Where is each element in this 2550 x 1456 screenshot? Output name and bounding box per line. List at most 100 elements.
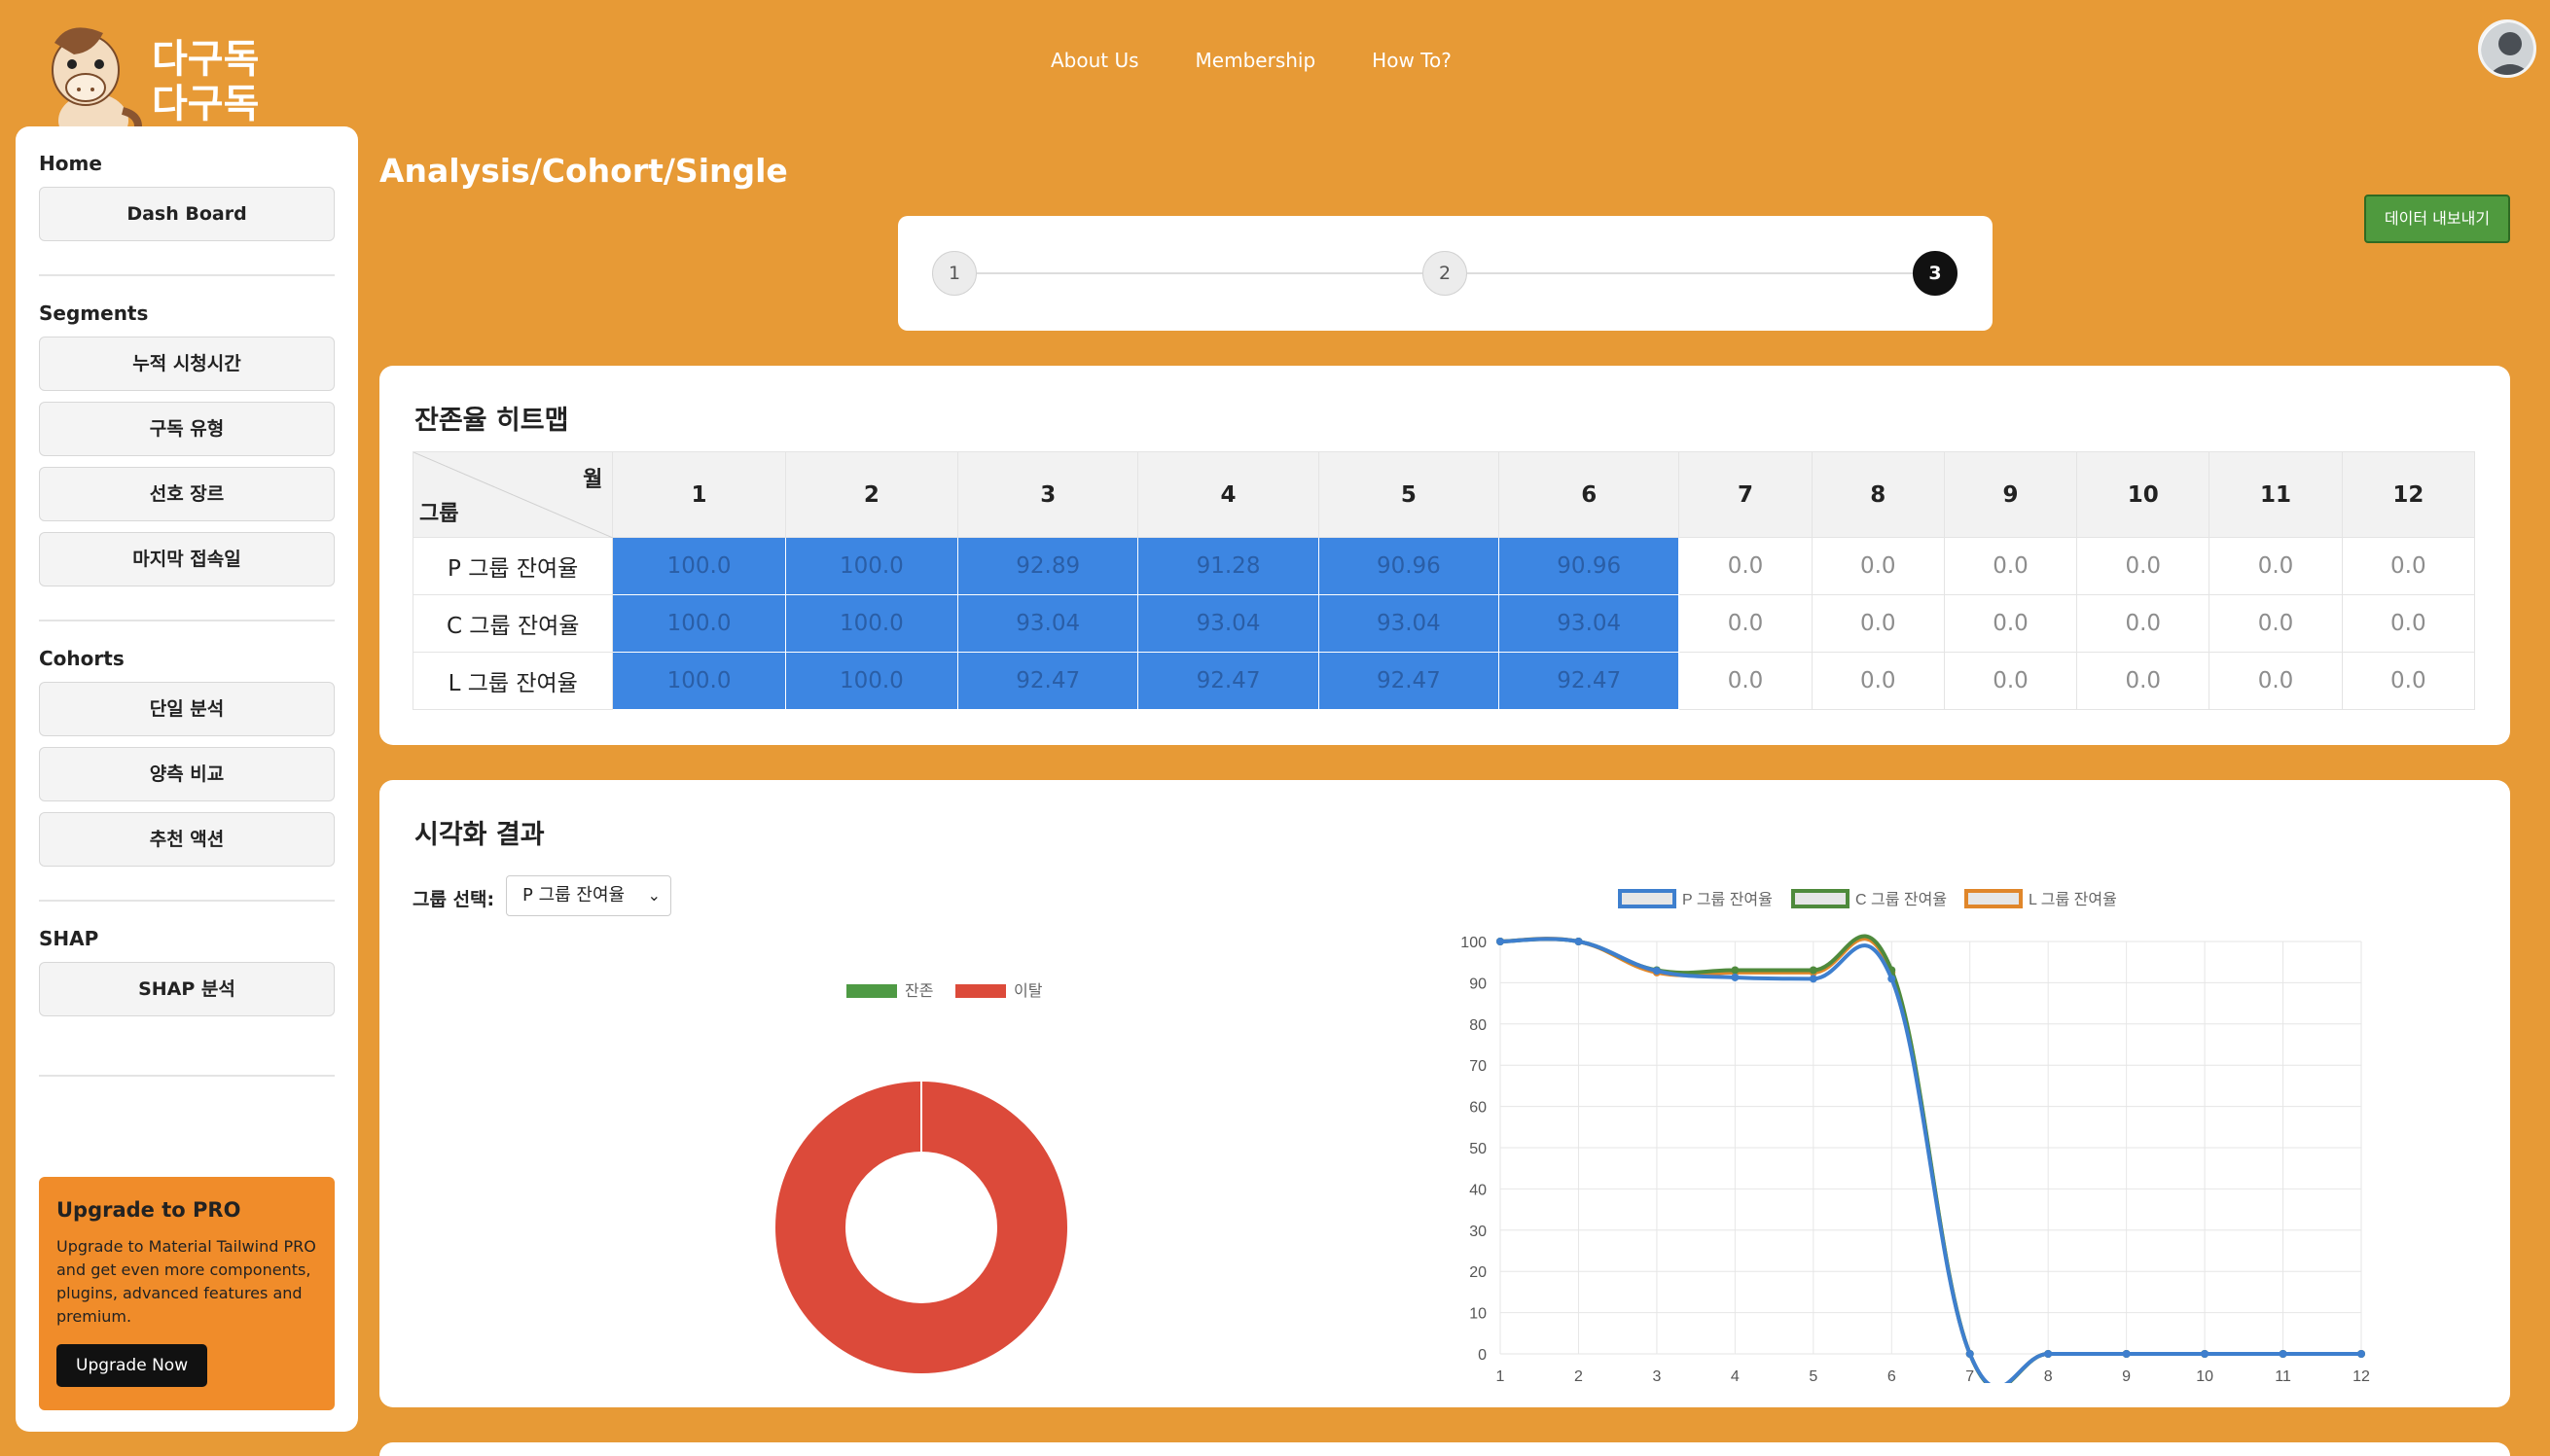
group-select-value: P 그룹 잔여율 (522, 885, 626, 906)
export-data-button[interactable]: 데이터 내보내기 (2364, 195, 2510, 243)
step-1[interactable]: 1 (932, 251, 977, 296)
upgrade-card: Upgrade to PRO Upgrade to Material Tailw… (39, 1177, 335, 1410)
stepper: 1 2 3 (898, 216, 1993, 331)
data-point[interactable] (1809, 966, 1817, 975)
sidebar-segments-title: Segments (39, 302, 149, 325)
page-title: Analysis/Cohort/Single (379, 152, 788, 190)
upgrade-text: Upgrade to Material Tailwind PRO and get… (56, 1237, 316, 1326)
sidebar-item-single-analysis[interactable]: 단일 분석 (39, 682, 335, 736)
heatmap-cell: 0.0 (2209, 594, 2343, 653)
sidebar-item-preferred-genre[interactable]: 선호 장르 (39, 467, 335, 521)
heatmap-month-header: 9 (1943, 451, 2078, 538)
heatmap-cell: 0.0 (2341, 594, 2476, 653)
x-tick-label: 7 (1965, 1368, 1974, 1383)
heatmap-cell: 93.04 (1498, 594, 1680, 653)
heatmap-row-label: P 그룹 잔여율 (412, 537, 614, 595)
y-tick-label: 20 (1469, 1264, 1487, 1281)
heatmap-cell: 0.0 (1943, 594, 2078, 653)
data-point[interactable] (1965, 1350, 1974, 1358)
y-tick-label: 40 (1469, 1182, 1487, 1198)
sidebar-item-last-access[interactable]: 마지막 접속일 (39, 532, 335, 586)
legend-label: P 그룹 잔여율 (1682, 891, 1773, 908)
chevron-down-icon: ⌄ (647, 886, 661, 905)
legend-label: 잔존 (905, 982, 933, 1000)
sidebar-item-watch-time[interactable]: 누적 시청시간 (39, 337, 335, 391)
data-point[interactable] (1652, 967, 1661, 976)
nav-about-us[interactable]: About Us (1051, 49, 1139, 72)
sidebar-item-subscription-type[interactable]: 구독 유형 (39, 402, 335, 456)
y-tick-label: 50 (1469, 1141, 1487, 1157)
step-2[interactable]: 2 (1422, 251, 1467, 296)
heatmap-cell: 100.0 (612, 537, 786, 595)
heatmap-cell: 91.28 (1137, 537, 1319, 595)
heatmap-row-label: L 그룹 잔여율 (412, 652, 614, 710)
sidebar-item-shap-analysis[interactable]: SHAP 분석 (39, 962, 335, 1016)
x-tick-label: 2 (1574, 1368, 1583, 1383)
legend-label: C 그룹 잔여율 (1855, 891, 1947, 908)
data-point[interactable] (2357, 1350, 2365, 1358)
sidebar-item-recommended-action[interactable]: 추천 액션 (39, 812, 335, 867)
y-tick-label: 90 (1469, 976, 1487, 992)
step-3[interactable]: 3 (1913, 251, 1957, 296)
data-point[interactable] (1731, 966, 1740, 975)
heatmap-cell: 0.0 (2076, 652, 2210, 710)
heatmap-row: P 그룹 잔여율 100.0 100.0 92.89 91.28 90.96 90.96 0.… (412, 537, 2476, 595)
upgrade-now-button[interactable]: Upgrade Now (56, 1344, 208, 1387)
data-point[interactable] (2044, 1350, 2053, 1358)
user-avatar[interactable] (2478, 19, 2536, 78)
x-tick-label: 10 (2196, 1368, 2213, 1383)
data-point[interactable] (2279, 1350, 2287, 1358)
legend-swatch[interactable] (955, 984, 1006, 998)
x-tick-label: 5 (1809, 1368, 1817, 1383)
sidebar-item-comparison[interactable]: 양측 비교 (39, 747, 335, 801)
heatmap-cell: 100.0 (784, 537, 959, 595)
heatmap-month-header: 10 (2076, 451, 2210, 538)
line-chart-svg: P 그룹 잔여율 C 그룹 잔여율 L 그룹 잔여율 0 10 20 30 40 50 60 70 8… (1460, 889, 2370, 1391)
sidebar-divider (39, 620, 335, 621)
heatmap-cell: 92.47 (1317, 652, 1500, 710)
heatmap-cell: 0.0 (1678, 594, 1813, 653)
sidebar-divider (39, 1075, 335, 1077)
heatmap-cell: 100.0 (612, 652, 786, 710)
x-tick-label: 1 (1496, 1368, 1505, 1383)
legend-swatch[interactable] (1964, 889, 2023, 908)
brand-line-2: 다구독 (152, 82, 260, 126)
heatmap-cell: 93.04 (1137, 594, 1319, 653)
legend-swatch[interactable] (846, 984, 897, 998)
data-point[interactable] (1731, 973, 1740, 981)
x-tick-label: 4 (1731, 1368, 1740, 1383)
data-point[interactable] (1574, 938, 1583, 945)
heatmap-month-header: 4 (1137, 451, 1319, 538)
y-tick-label: 10 (1469, 1306, 1487, 1323)
legend-swatch[interactable] (1791, 889, 1850, 908)
heatmap-cell: 0.0 (1811, 594, 1945, 653)
nav-membership[interactable]: Membership (1196, 49, 1316, 72)
nav-how-to[interactable]: How To? (1372, 49, 1452, 72)
heatmap-cell: 0.0 (1678, 652, 1813, 710)
data-point[interactable] (1496, 938, 1504, 945)
x-tick-label: 3 (1652, 1368, 1661, 1383)
sidebar-item-dashboard[interactable]: Dash Board (39, 187, 335, 241)
data-point[interactable] (2201, 1350, 2209, 1358)
data-point[interactable] (1887, 975, 1896, 983)
avatar-image-icon (2481, 22, 2533, 75)
legend-label: L 그룹 잔여율 (2029, 891, 2117, 908)
heatmap-cell: 0.0 (1811, 537, 1945, 595)
heatmap-table: 월 그룹 1 2 3 4 5 6 7 8 9 10 11 12 P 그룹 잔여율… (412, 451, 2476, 710)
x-tick-label: 8 (2044, 1368, 2053, 1383)
heatmap-cell: 0.0 (1678, 537, 1813, 595)
line-chart: P 그룹 잔여율 C 그룹 잔여율 L 그룹 잔여율 0 10 20 30 40 50 60 70 8… (1450, 877, 2481, 1391)
heatmap-cell: 0.0 (2076, 537, 2210, 595)
heatmap-cell: 0.0 (2341, 537, 2476, 595)
heatmap-card: 잔존율 히트맵 월 그룹 1 2 3 4 5 6 7 8 9 10 11 12 … (379, 366, 2510, 745)
data-point[interactable] (1809, 975, 1817, 983)
heatmap-cell: 0.0 (2209, 537, 2343, 595)
heatmap-corner-month: 월 (583, 468, 603, 492)
heatmap-cell: 92.47 (957, 652, 1139, 710)
heatmap-month-header: 7 (1678, 451, 1813, 538)
data-point[interactable] (2122, 1350, 2131, 1358)
sidebar-cohorts-title: Cohorts (39, 647, 125, 670)
legend-swatch[interactable] (1618, 889, 1676, 908)
group-select[interactable]: P 그룹 잔여율 ⌄ (506, 875, 671, 916)
heatmap-corner-cell: 월 그룹 (412, 451, 614, 538)
